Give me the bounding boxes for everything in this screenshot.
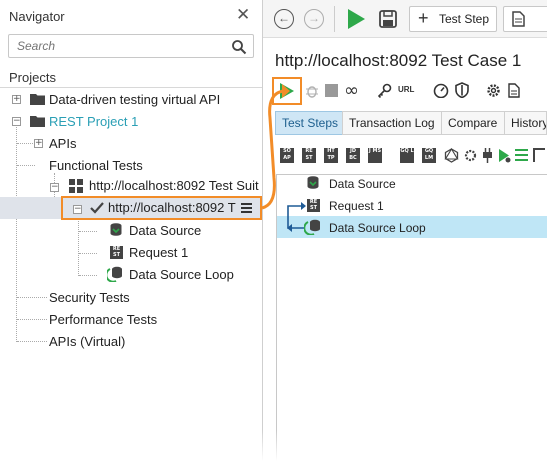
- tree-line: [17, 165, 35, 166]
- tree-item-apis-virtual[interactable]: APIs (Virtual): [49, 331, 125, 353]
- data-source-icon: [307, 176, 319, 189]
- shield-icon[interactable]: [455, 82, 469, 98]
- collapse-icon[interactable]: −: [50, 183, 59, 192]
- tree-item-rest-project[interactable]: REST Project 1: [49, 111, 138, 133]
- plug-icon[interactable]: [482, 148, 493, 163]
- tree-line: [17, 297, 47, 298]
- tree-item-apis[interactable]: APIs: [49, 133, 76, 155]
- tab-history[interactable]: History: [504, 111, 547, 135]
- run-icon[interactable]: [346, 8, 366, 30]
- step-data-source-loop[interactable]: Data Source Loop: [329, 217, 426, 239]
- step-data-source[interactable]: Data Source: [329, 173, 396, 195]
- test-suite-icon: [69, 179, 83, 193]
- graphql-mutation-step-icon[interactable]: GQ LM: [422, 148, 436, 163]
- tree-item-security-tests[interactable]: Security Tests: [49, 287, 130, 309]
- bottom-fade: [0, 430, 547, 469]
- data-source-loop-icon: [107, 266, 122, 282]
- step-request[interactable]: Request 1: [329, 195, 384, 217]
- tab-compare[interactable]: Compare: [441, 111, 505, 135]
- tree-item-data-source-loop[interactable]: Data Source Loop: [129, 264, 234, 286]
- data-source-icon: [110, 223, 122, 236]
- tree-line: [78, 214, 79, 276]
- loop-icon[interactable]: ∞: [344, 80, 359, 101]
- tree-line: [16, 127, 17, 342]
- gear-icon[interactable]: [464, 148, 477, 163]
- add-test-step-button[interactable]: + Test Step: [409, 6, 497, 32]
- document-button[interactable]: [503, 6, 547, 32]
- key-icon[interactable]: [378, 83, 392, 98]
- search-field[interactable]: [8, 34, 254, 58]
- divider: [0, 87, 262, 88]
- gear-icon[interactable]: [486, 83, 501, 98]
- navigator-title: Navigator: [9, 9, 65, 24]
- http-step-icon[interactable]: HT TP: [324, 148, 338, 163]
- projects-label: Projects: [9, 70, 56, 85]
- divider: [334, 6, 335, 32]
- tree-item-functional-tests[interactable]: Functional Tests: [49, 155, 143, 177]
- bug-icon[interactable]: [305, 83, 319, 98]
- tree-line: [79, 253, 97, 254]
- collapse-icon[interactable]: −: [12, 117, 21, 126]
- page-title: http://localhost:8092 Test Case 1: [275, 51, 522, 70]
- back-icon[interactable]: ←: [274, 9, 294, 29]
- plus-icon: +: [418, 8, 429, 28]
- document-icon: [512, 11, 525, 27]
- save-icon[interactable]: [379, 10, 397, 28]
- tree-item-performance-tests[interactable]: Performance Tests: [49, 309, 157, 331]
- expand-icon[interactable]: +: [34, 139, 43, 148]
- graphql-step-icon[interactable]: GQ L: [400, 148, 414, 163]
- tree-item-request[interactable]: Request 1: [129, 242, 188, 264]
- test-step-label: Test Step: [439, 12, 490, 26]
- stop-icon[interactable]: [325, 84, 338, 97]
- forward-icon[interactable]: →: [304, 9, 324, 29]
- tree-line: [17, 143, 35, 144]
- tree-line: [79, 275, 97, 276]
- guide-arrow: [261, 84, 290, 210]
- run-step-icon[interactable]: [498, 148, 511, 163]
- list-icon[interactable]: [515, 149, 528, 161]
- jdbc-step-icon[interactable]: JD BC: [346, 148, 360, 163]
- close-icon[interactable]: ✕: [236, 6, 250, 24]
- jms-step-icon[interactable]: J MS: [368, 148, 382, 163]
- gauge-icon[interactable]: [433, 83, 449, 98]
- more-icon[interactable]: [533, 148, 545, 162]
- tree-line: [17, 341, 47, 342]
- folder-icon: [30, 94, 45, 105]
- search-input[interactable]: [17, 38, 227, 54]
- tree-item-project-data-driven[interactable]: Data-driven testing virtual API: [49, 89, 220, 111]
- folder-icon: [30, 116, 45, 127]
- steps-toolbar: SO AP RE ST HT TP JD BC J MS GQ L GQ LM: [275, 140, 547, 172]
- url-icon[interactable]: URL: [398, 85, 414, 94]
- tree-line: [17, 319, 47, 320]
- document-icon[interactable]: [508, 83, 520, 98]
- tree-item-data-source[interactable]: Data Source: [129, 220, 201, 242]
- tree-line: [79, 231, 97, 232]
- rest-request-icon: RE ST: [307, 199, 320, 212]
- graphql-icon[interactable]: [444, 148, 459, 163]
- tab-transaction-log[interactable]: Transaction Log: [342, 111, 442, 135]
- rest-step-icon[interactable]: RE ST: [302, 148, 316, 163]
- expand-icon[interactable]: +: [12, 95, 21, 104]
- search-icon[interactable]: [231, 39, 247, 55]
- rest-request-icon: RE ST: [110, 246, 123, 259]
